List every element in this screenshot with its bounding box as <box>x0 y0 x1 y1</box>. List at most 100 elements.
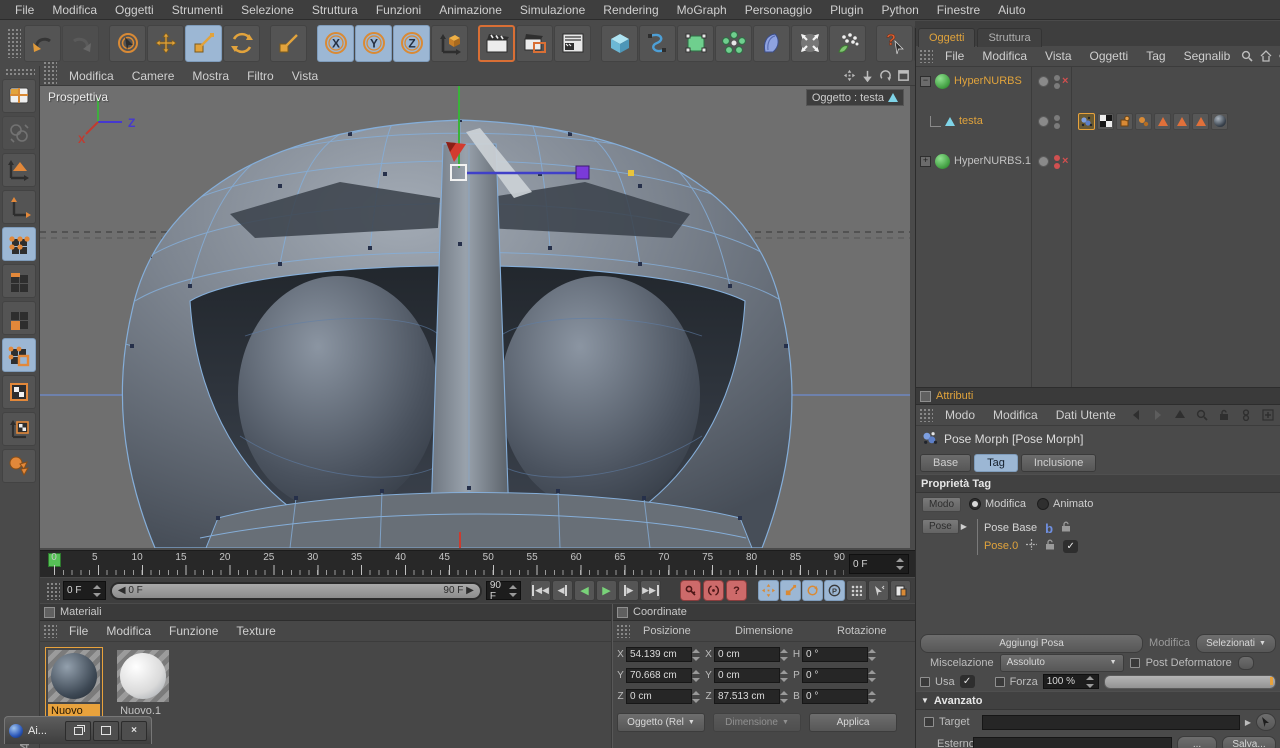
lock-x-axis-button[interactable]: X <box>317 25 354 62</box>
field-spinner[interactable] <box>780 670 789 682</box>
end-frame-spinner[interactable] <box>509 585 517 597</box>
render-dot[interactable] <box>1054 123 1060 129</box>
add-panel-icon[interactable] <box>1260 407 1276 423</box>
materials-menu-grip[interactable] <box>43 624 57 638</box>
pose-button[interactable]: Pose <box>922 519 959 534</box>
editor-dot[interactable] <box>1054 75 1060 81</box>
menu-item[interactable]: Simulazione <box>511 0 594 20</box>
field-spinner[interactable] <box>692 649 701 661</box>
texture-axis-mode-button[interactable] <box>2 412 36 446</box>
coordinate-mode-select[interactable]: Oggetto (Rel▼ <box>617 713 705 732</box>
current-frame-spinner[interactable] <box>93 585 102 597</box>
om-menu-item[interactable]: File <box>936 46 973 66</box>
menu-item[interactable]: Aiuto <box>989 0 1034 20</box>
goto-start-button[interactable]: ◀◀ <box>530 580 551 601</box>
generator-disabled-icon[interactable]: × <box>1062 155 1068 167</box>
rotate-tool-button[interactable] <box>223 25 260 62</box>
field-spinner[interactable] <box>868 649 877 661</box>
add-deformer-button[interactable] <box>753 25 790 62</box>
object-axis-mode-button[interactable] <box>2 190 36 224</box>
menu-item[interactable]: Strumenti <box>163 0 232 20</box>
points-tag-icon[interactable] <box>1135 113 1152 130</box>
timeline-ruler[interactable]: 051015202530354045505560657075808590 0 F <box>40 550 915 577</box>
add-spline-button[interactable] <box>639 25 676 62</box>
mode-button[interactable]: Modo <box>922 497 961 512</box>
visibility-dot[interactable] <box>1038 116 1049 127</box>
last-tool-button[interactable] <box>270 25 307 62</box>
record-pla-button[interactable] <box>846 580 867 601</box>
menu-item[interactable]: Finestre <box>928 0 989 20</box>
pose-0-row[interactable]: Pose.0 ✓ <box>984 537 1078 555</box>
character-tag-icon[interactable] <box>1116 113 1133 130</box>
minimized-window-titlebar[interactable]: Ai... × <box>4 716 152 744</box>
coordinates-grip[interactable] <box>616 624 630 638</box>
coordinate-system-button[interactable] <box>431 25 468 62</box>
render-view-button[interactable] <box>478 25 515 62</box>
tree-row-testa[interactable]: testa <box>916 111 1280 131</box>
visibility-dot[interactable] <box>1038 76 1049 87</box>
generator-disabled-icon[interactable]: × <box>1062 75 1068 87</box>
use-check[interactable]: ✓ <box>960 675 975 688</box>
material-item[interactable]: Nuovo.1 <box>115 648 171 719</box>
add-particles-button[interactable] <box>829 25 866 62</box>
material-preview[interactable] <box>117 650 169 702</box>
render-dot[interactable] <box>1054 83 1060 89</box>
zoom-view-icon[interactable] <box>859 68 875 84</box>
record-state-icon[interactable] <box>1026 539 1037 553</box>
render-dot[interactable] <box>1054 163 1060 169</box>
redo-button[interactable] <box>62 25 99 62</box>
autokey-button[interactable] <box>703 580 724 601</box>
menu-item[interactable]: Modifica <box>43 0 106 20</box>
attr-menu-item[interactable]: Modo <box>936 405 984 425</box>
size-value-field[interactable]: 87.513 cm <box>714 689 780 704</box>
collapse-icon[interactable]: − <box>920 76 931 87</box>
tab-base[interactable]: Base <box>920 454 971 472</box>
viewport[interactable]: Z X Prospettiva Oggetto : testa <box>40 86 910 548</box>
pick-object-button[interactable] <box>1256 713 1276 731</box>
strength-checkbox[interactable] <box>995 677 1005 687</box>
timeline-range-scrollbar[interactable]: ◀ 0 F 90 F ▶ <box>110 582 482 600</box>
rotation-value-field[interactable]: 0 ° <box>802 689 868 704</box>
browse-button[interactable]: ... <box>1177 736 1217 748</box>
pose-expand-icon[interactable]: ▶ <box>961 522 967 531</box>
close-button[interactable]: × <box>121 721 147 741</box>
help-button[interactable]: ? <box>876 25 913 62</box>
undo-button[interactable] <box>24 25 61 62</box>
field-spinner[interactable] <box>692 670 701 682</box>
materials-menu-item[interactable]: Texture <box>227 621 284 641</box>
radio-label[interactable]: Animato <box>1053 498 1093 510</box>
palette-grip[interactable] <box>5 68 35 76</box>
target-field[interactable] <box>982 715 1240 730</box>
tab-tag[interactable]: Tag <box>974 454 1018 472</box>
strength-spinner[interactable] <box>1086 676 1095 688</box>
history-forward-icon[interactable] <box>1150 407 1166 423</box>
hypernurbs-object-icon[interactable] <box>935 154 950 169</box>
polygon-mode-button[interactable] <box>2 301 36 335</box>
pose-name[interactable]: Pose Base <box>984 522 1037 534</box>
selected-dropdown[interactable]: Selezionati▼ <box>1196 634 1276 653</box>
model-mode-disabled-button[interactable] <box>2 116 36 150</box>
radio-option[interactable]: Animato <box>1037 498 1093 510</box>
expand-icon[interactable]: + <box>920 156 931 167</box>
object-name[interactable]: HyperNURBS <box>954 75 1022 87</box>
lock-icon[interactable] <box>1061 521 1071 535</box>
blend-dropdown[interactable]: Assoluto▼ <box>1000 654 1124 672</box>
previous-frame-button[interactable]: ◀ <box>552 580 573 601</box>
advanced-section-header[interactable]: ▼ Avanzato <box>916 691 1280 710</box>
attr-grip[interactable] <box>919 408 933 422</box>
record-rotation-button[interactable] <box>802 580 823 601</box>
autokey-selection-button[interactable] <box>868 580 889 601</box>
object-name[interactable]: testa <box>959 115 983 127</box>
om-menu-item[interactable]: Modifica <box>973 46 1036 66</box>
lock-y-axis-button[interactable]: Y <box>355 25 392 62</box>
use-checkbox[interactable] <box>920 677 930 687</box>
collapse-arrow-icon[interactable]: ▼ <box>921 696 929 705</box>
om-menu-item[interactable]: Segnalib <box>1175 46 1240 66</box>
add-cube-button[interactable] <box>601 25 638 62</box>
live-selection-button[interactable] <box>109 25 146 62</box>
visibility-dot[interactable] <box>1038 156 1049 167</box>
field-spinner[interactable] <box>868 691 877 703</box>
tree-row-hypernurbs[interactable]: − HyperNURBS × <box>916 71 1280 91</box>
editor-dot[interactable] <box>1054 155 1060 161</box>
edge-mode-button[interactable] <box>2 264 36 298</box>
